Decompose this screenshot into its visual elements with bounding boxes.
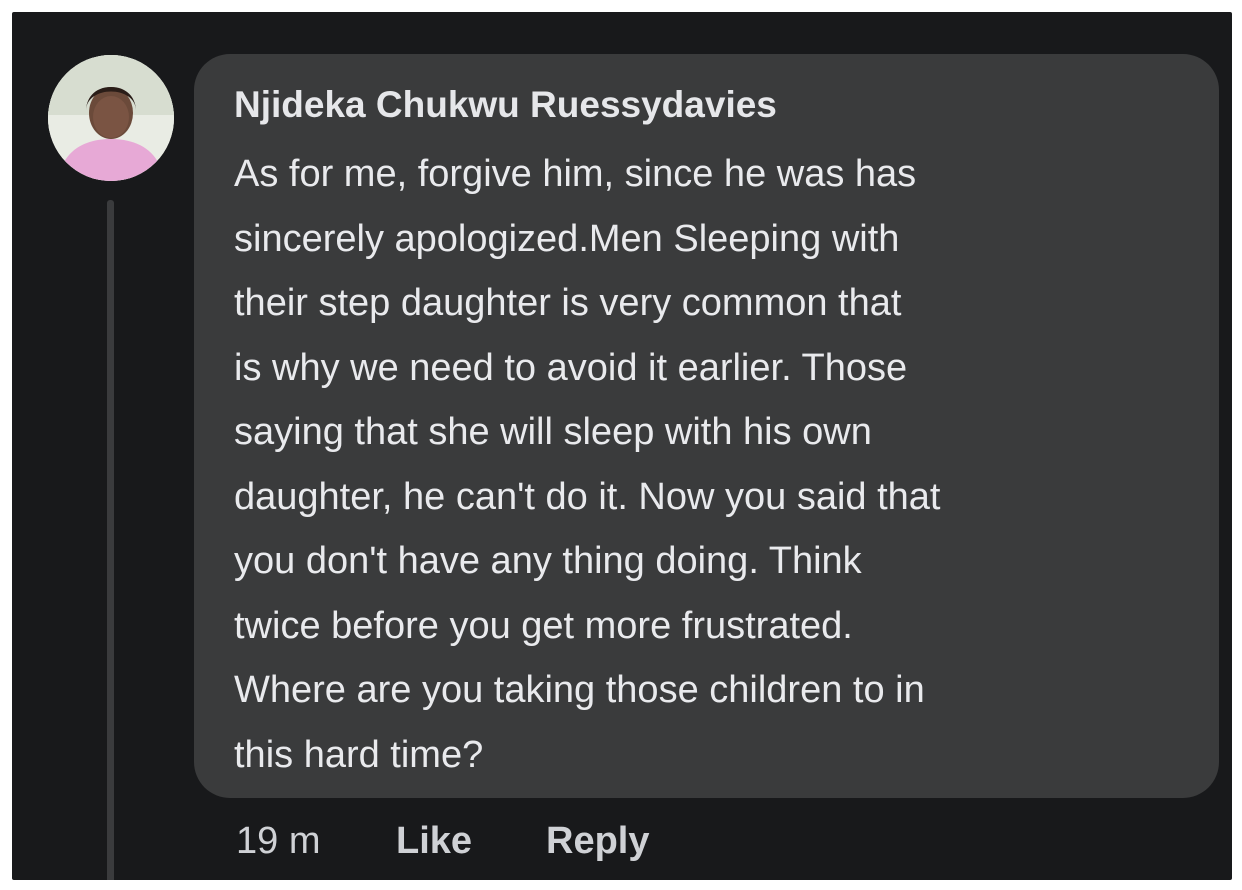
comment-author-name[interactable]: Njideka Chukwu Ruessydavies	[234, 84, 777, 126]
comment-timestamp[interactable]: 19 m	[236, 820, 320, 863]
avatar[interactable]	[48, 55, 174, 181]
comment-thread: Njideka Chukwu Ruessydavies As for me, f…	[12, 12, 1232, 880]
profile-photo-icon	[48, 55, 174, 181]
screenshot-frame: Njideka Chukwu Ruessydavies As for me, f…	[0, 0, 1242, 890]
comment-body: As for me, forgive him, since he was has…	[234, 153, 941, 776]
reply-button[interactable]: Reply	[546, 820, 649, 863]
comment-bubble: Njideka Chukwu Ruessydavies As for me, f…	[194, 54, 1219, 798]
like-button[interactable]: Like	[396, 820, 472, 863]
thread-connector-line	[107, 200, 114, 880]
